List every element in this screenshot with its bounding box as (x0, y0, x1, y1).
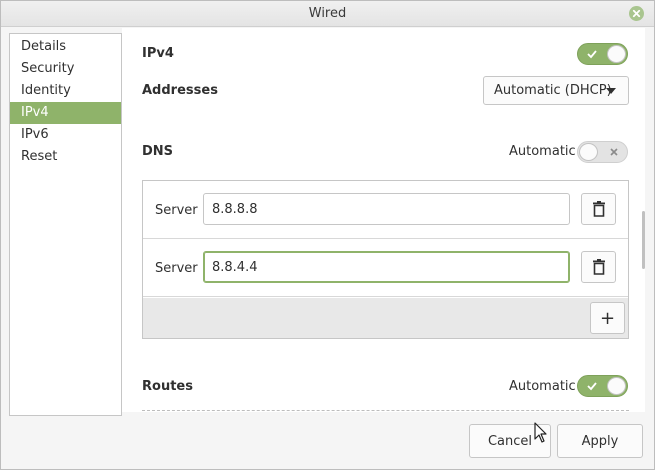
delete-server-button[interactable] (581, 251, 616, 283)
plus-icon: + (599, 307, 616, 329)
dns-list-footer: + (143, 298, 628, 338)
trash-icon (592, 259, 605, 275)
sidebar: Details Security Identity IPv4 IPv6 Rese… (9, 33, 122, 416)
sidebar-item-ipv6[interactable]: IPv6 (10, 124, 121, 146)
dns-server-input-2[interactable] (203, 251, 570, 283)
addresses-method-value: Automatic (DHCP) (494, 83, 612, 98)
routes-heading: Routes (142, 379, 193, 394)
sidebar-item-security[interactable]: Security (10, 58, 121, 80)
dns-server-list: Server Server (142, 180, 629, 339)
close-button[interactable] (629, 6, 644, 21)
mouse-pointer-icon (534, 422, 547, 443)
server-label: Server (155, 203, 198, 218)
routes-list (142, 410, 629, 414)
wired-settings-window: Wired Details Security Identity IPv4 IPv… (0, 0, 655, 470)
server-label: Server (155, 261, 198, 276)
cancel-label: Cancel (487, 433, 533, 449)
routes-automatic-toggle[interactable] (577, 375, 628, 397)
titlebar: Wired (1, 1, 654, 27)
addresses-label: Addresses (142, 83, 218, 98)
dns-server-row: Server (143, 181, 628, 239)
trash-icon (592, 201, 605, 217)
delete-server-button[interactable] (581, 193, 616, 225)
toggle-knob (607, 377, 626, 395)
dns-server-input-1[interactable] (203, 193, 570, 225)
check-icon (587, 382, 597, 391)
dropdown-arrow-icon (606, 88, 616, 94)
check-icon (587, 50, 597, 59)
ipv4-heading: IPv4 (142, 46, 174, 61)
ipv4-settings-panel: IPv4 Addresses Automatic (DHCP) DNS Auto… (122, 28, 645, 412)
sidebar-item-identity[interactable]: Identity (10, 80, 121, 102)
sidebar-item-details[interactable]: Details (10, 36, 121, 58)
dns-automatic-label: Automatic (509, 144, 576, 159)
close-icon (632, 9, 641, 18)
sidebar-item-ipv4[interactable]: IPv4 (10, 102, 121, 124)
cross-icon (610, 148, 618, 156)
addresses-method-dropdown[interactable]: Automatic (DHCP) (483, 76, 629, 105)
window-title: Wired (308, 6, 347, 21)
dns-automatic-toggle[interactable] (577, 141, 628, 163)
dns-heading: DNS (142, 144, 174, 159)
toggle-knob (579, 143, 598, 161)
apply-label: Apply (581, 433, 619, 449)
scrollbar[interactable] (642, 211, 645, 269)
ipv4-toggle[interactable] (577, 43, 628, 65)
apply-button[interactable]: Apply (557, 424, 643, 458)
toggle-knob (607, 45, 626, 63)
add-server-button[interactable]: + (590, 302, 625, 334)
routes-automatic-label: Automatic (509, 379, 576, 394)
dns-server-row: Server (143, 239, 628, 297)
sidebar-item-reset[interactable]: Reset (10, 146, 121, 168)
